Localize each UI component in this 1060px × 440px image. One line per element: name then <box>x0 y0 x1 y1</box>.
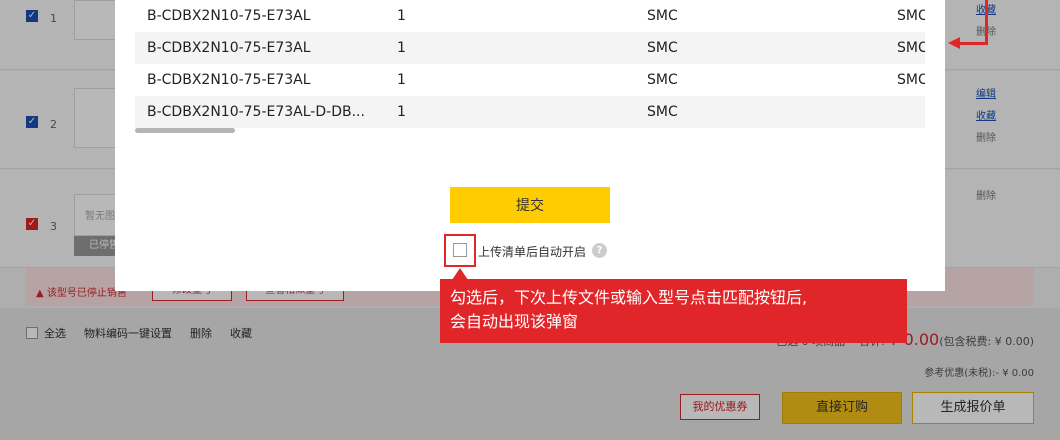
list-row: B-CDBX2N10-75-E73AL 1 SMC SMC <box>135 64 925 96</box>
brand-cell: SMC <box>647 40 678 56</box>
qty-cell: 1 <box>397 104 406 120</box>
brand-cell: SMC <box>647 72 678 88</box>
callout-line-2: 会自动出现该弹窗 <box>450 312 579 331</box>
model-cell: B-CDBX2N10-75-E73AL <box>147 8 311 24</box>
match-result-modal: B-CDBX2N10-75-E73AL 1 SMC SMC B-CDBX2N10… <box>115 0 945 291</box>
model-cell: B-CDBX2N10-75-E73AL <box>147 72 311 88</box>
model-cell: B-CDBX2N10-75-E73AL-D-DB... <box>147 104 365 120</box>
model-cell: B-CDBX2N10-75-E73AL <box>147 40 311 56</box>
brand-cell-2: SMC <box>897 72 925 88</box>
qty-cell: 1 <box>397 8 406 24</box>
annotation-arrow-shaft <box>960 42 988 45</box>
annotation-arrow-icon <box>948 37 960 49</box>
help-icon[interactable]: ? <box>592 243 607 258</box>
qty-cell: 1 <box>397 72 406 88</box>
checkbox-highlight-box <box>444 234 476 267</box>
brand-cell-2: SMC <box>897 8 925 24</box>
brand-cell: SMC <box>647 8 678 24</box>
list-row: B-CDBX2N10-75-E73AL-D-DB... 1 SMC <box>135 96 925 128</box>
submit-button[interactable]: 提交 <box>450 187 610 223</box>
match-list: B-CDBX2N10-75-E73AL 1 SMC SMC B-CDBX2N10… <box>135 0 925 128</box>
annotation-callout: 勾选后，下次上传文件或输入型号点击匹配按钮后, 会自动出现该弹窗 <box>440 279 907 343</box>
list-row: B-CDBX2N10-75-E73AL 1 SMC SMC <box>135 32 925 64</box>
list-row: B-CDBX2N10-75-E73AL 1 SMC SMC <box>135 0 925 32</box>
horizontal-scrollbar[interactable] <box>135 128 235 133</box>
annotation-arrow-shaft <box>985 0 988 43</box>
brand-cell-2: SMC <box>897 40 925 56</box>
brand-cell: SMC <box>647 104 678 120</box>
auto-open-label: 上传清单后自动开启 <box>478 245 587 259</box>
qty-cell: 1 <box>397 40 406 56</box>
callout-line-1: 勾选后，下次上传文件或输入型号点击匹配按钮后, <box>450 288 808 307</box>
